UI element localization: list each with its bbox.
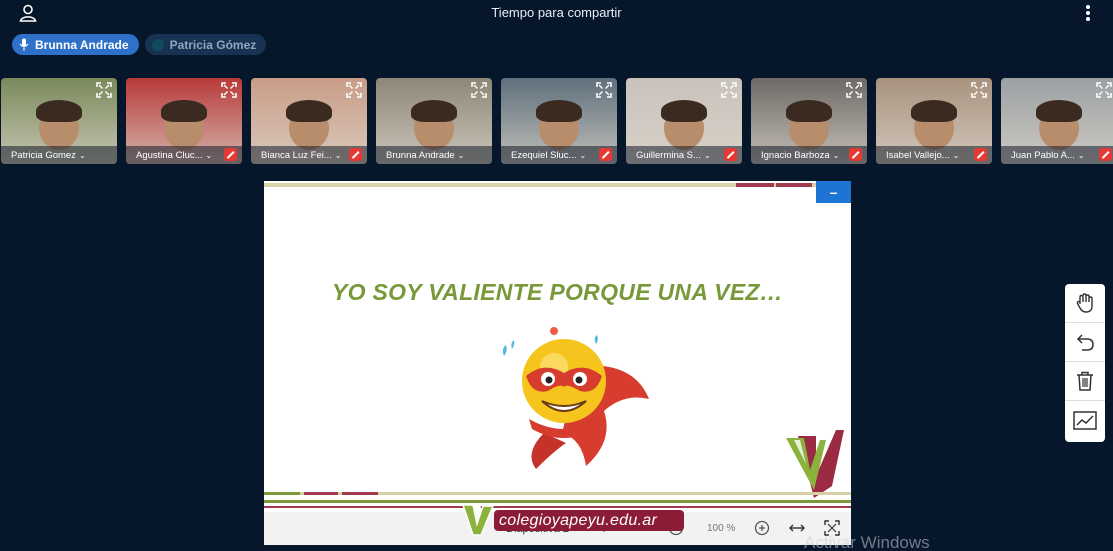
participant-hair (536, 100, 582, 122)
participant-hair (661, 100, 707, 122)
chevron-down-icon[interactable]: ⌄ (458, 151, 465, 160)
participant-hair (411, 100, 457, 122)
slide-top-stripe (264, 183, 851, 187)
chart-tool-button[interactable] (1065, 401, 1105, 440)
status-dot (151, 38, 164, 51)
participant-name: Ezequiel Sluc... (511, 149, 577, 161)
participant-name: Brunna Andrade (386, 149, 455, 161)
participant-tile[interactable]: Ezequiel Sluc... ⌄ (501, 78, 617, 164)
meeting-title: Tiempo para compartir (491, 5, 622, 20)
expand-icon[interactable] (721, 82, 737, 98)
chevron-down-icon[interactable]: ⌄ (1078, 151, 1085, 160)
mic-muted-icon (724, 148, 737, 161)
participant-tile[interactable]: Brunna Andrade ⌄ (376, 78, 492, 164)
hand-icon (1076, 293, 1093, 313)
trash-icon (1077, 371, 1093, 391)
participant-hair (911, 100, 957, 122)
expand-icon[interactable] (1096, 82, 1112, 98)
participant-tile[interactable]: Ignacio Barboza ⌄ (751, 78, 867, 164)
chevron-down-icon[interactable]: ⌄ (206, 151, 213, 160)
participant-hair (286, 100, 332, 122)
undo-icon (1076, 334, 1094, 351)
expand-icon[interactable] (971, 82, 987, 98)
expand-icon[interactable] (596, 82, 612, 98)
microphone-icon (19, 38, 29, 51)
participant-tile[interactable]: Bianca Luz Fei... ⌄ (251, 78, 367, 164)
expand-icon[interactable] (96, 82, 112, 98)
zoom-level: 100 % (707, 523, 736, 534)
expand-icon[interactable] (346, 82, 362, 98)
participant-hair (161, 100, 207, 122)
expand-icon[interactable] (221, 82, 237, 98)
participant-strip: Patricia Gomez ⌄ Agustina Cluc... ⌄ Bianca L… (1, 78, 1113, 164)
participant-name: Isabel Vallejo... (886, 149, 950, 161)
participant-name-bar: Patricia Gomez ⌄ (1, 146, 117, 164)
participant-tile[interactable]: Juan Pablo A... ⌄ (1001, 78, 1113, 164)
mic-muted-icon (599, 148, 612, 161)
slide-heading: YO SOY VALIENTE PORQUE UNA VEZ… (331, 279, 784, 305)
participant-tile[interactable]: Isabel Vallejo... ⌄ (876, 78, 992, 164)
participant-tile[interactable]: Patricia Gomez ⌄ (1, 78, 117, 164)
participant-hair (1036, 100, 1082, 122)
expand-icon[interactable] (846, 82, 862, 98)
mic-muted-icon (349, 148, 362, 161)
undo-button[interactable] (1065, 323, 1105, 362)
chevron-down-icon[interactable]: ⌄ (953, 151, 960, 160)
chevron-down-icon[interactable]: ⌄ (579, 151, 586, 160)
participant-name: Bianca Luz Fei... (261, 149, 332, 161)
brand-y-logo (461, 504, 495, 536)
participant-name-bar: Juan Pablo A... ⌄ (1001, 146, 1113, 164)
participant-tile[interactable]: Agustina Cluc... ⌄ (126, 78, 242, 164)
speaker-pill[interactable]: Patricia Gómez (144, 34, 267, 55)
mic-muted-icon (224, 148, 237, 161)
mic-muted-icon (849, 148, 862, 161)
participant-hair (786, 100, 832, 122)
participant-name-bar: Brunna Andrade ⌄ (376, 146, 492, 164)
shared-presentation: – YO SOY VALIENTE PORQUE UNA VEZ… Diapos… (264, 181, 851, 545)
slide-bottom-stripe (264, 492, 851, 512)
participant-name: Patricia Gomez (11, 149, 76, 161)
speaker-name: Patricia Gómez (169, 37, 257, 52)
superhero-emoji-illustration (502, 327, 649, 469)
top-bar: Tiempo para compartir (0, 0, 1113, 28)
expand-icon[interactable] (471, 82, 487, 98)
kebab-menu-icon[interactable] (1080, 3, 1096, 23)
participant-hair (36, 100, 82, 122)
school-logo (786, 430, 844, 498)
chart-icon (1073, 410, 1097, 430)
active-speakers: Brunna Andrade Patricia Gómez (12, 34, 267, 55)
zoom-in-icon[interactable] (754, 520, 770, 536)
annotation-toolbar (1065, 284, 1105, 442)
minimize-button[interactable]: – (816, 181, 851, 203)
chevron-down-icon[interactable]: ⌄ (833, 151, 840, 160)
chevron-down-icon[interactable]: ⌄ (79, 151, 86, 160)
brand-url-banner: colegioyapeyu.edu.ar (494, 510, 684, 531)
chevron-down-icon[interactable]: ⌄ (335, 151, 342, 160)
os-activation-watermark: Activar Windows (804, 533, 930, 551)
participant-name: Agustina Cluc... (136, 149, 203, 161)
hand-tool-button[interactable] (1065, 284, 1105, 323)
participant-name: Guillermina S... (636, 149, 701, 161)
delete-button[interactable] (1065, 362, 1105, 401)
speaker-name: Brunna Andrade (35, 37, 129, 52)
participant-tile[interactable]: Guillermina S... ⌄ (626, 78, 742, 164)
mic-muted-icon (974, 148, 987, 161)
fit-width-icon[interactable] (789, 520, 805, 536)
speaker-pill-active[interactable]: Brunna Andrade (12, 34, 139, 55)
participant-name: Ignacio Barboza (761, 149, 830, 161)
participant-name: Juan Pablo A... (1011, 149, 1075, 161)
mic-muted-icon (1099, 148, 1112, 161)
chevron-down-icon[interactable]: ⌄ (704, 151, 711, 160)
